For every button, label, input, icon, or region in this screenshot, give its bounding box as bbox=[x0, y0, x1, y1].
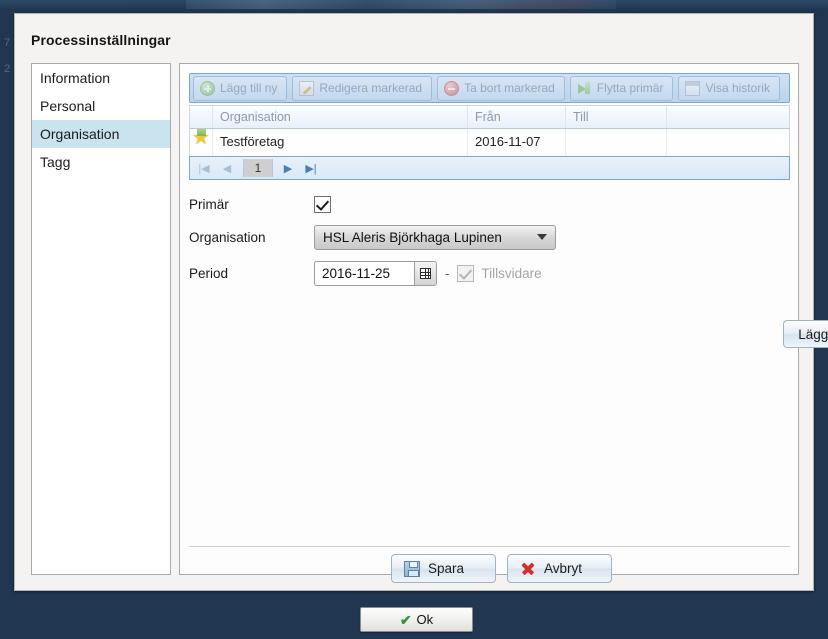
move-primary-button-label: Flytta primär bbox=[596, 81, 664, 95]
edit-selected-button-label: Redigera markerad bbox=[319, 81, 423, 95]
period-dash: - bbox=[445, 265, 450, 281]
sidebar-item-label: Tagg bbox=[40, 154, 71, 170]
ok-button-label: Ok bbox=[416, 612, 434, 627]
row-till bbox=[566, 129, 667, 156]
star-icon bbox=[192, 129, 212, 154]
chevron-down-icon bbox=[537, 234, 547, 240]
sidebar-item-information[interactable]: Information bbox=[32, 64, 170, 92]
tillsvidare-label: Tillsvidare bbox=[481, 265, 542, 281]
period-form-row: Period 2016-11-25 - Tillsvidare bbox=[189, 260, 542, 286]
sidebar-item-label: Personal bbox=[40, 98, 96, 114]
show-history-button-label: Visa historik bbox=[705, 81, 770, 95]
add-new-button-label: Lägg till ny bbox=[220, 81, 278, 95]
delete-circle-icon bbox=[444, 80, 460, 96]
floppy-disk-icon bbox=[404, 560, 420, 577]
primar-label: Primär bbox=[189, 196, 229, 212]
add-circle-icon bbox=[200, 80, 215, 96]
grid-header-organisation[interactable]: Organisation bbox=[213, 106, 468, 128]
grid-header-icon-col[interactable] bbox=[190, 106, 213, 128]
sidebar-item-personal[interactable]: Personal bbox=[32, 92, 170, 120]
sidebar-item-organisation[interactable]: Organisation bbox=[32, 120, 170, 148]
organisation-tab-panel: Lägg till ny Redigera markerad Ta bort m… bbox=[179, 63, 828, 583]
delete-selected-button[interactable]: Ta bort markerad bbox=[437, 75, 565, 101]
sidebar-item-label: Information bbox=[40, 70, 111, 86]
pager-next-button[interactable]: ▶ bbox=[278, 158, 299, 178]
pager-last-button[interactable]: ▶| bbox=[301, 158, 322, 178]
primar-checkbox[interactable] bbox=[314, 195, 331, 213]
grid-pager: |◀ ◀ 1 ▶ ▶| bbox=[189, 156, 790, 180]
ok-button[interactable]: ✔ Ok bbox=[360, 607, 473, 632]
calendar-icon bbox=[420, 267, 431, 279]
add-new-button[interactable]: Lägg till ny bbox=[193, 75, 288, 101]
grid-header-blank bbox=[667, 106, 789, 128]
background-app-ghost-content bbox=[186, 0, 616, 9]
background-left-ghost-text: 72 bbox=[3, 37, 11, 75]
grid-header-till[interactable]: Till bbox=[566, 106, 667, 128]
pager-first-button[interactable]: |◀ bbox=[194, 158, 215, 178]
sidebar-nav: Information Personal Organisation Tagg bbox=[31, 63, 171, 575]
primar-form-row: Primär bbox=[189, 191, 331, 217]
grid-header-row: Organisation Från Till bbox=[189, 105, 790, 129]
organisation-select[interactable]: HSL Aleris Björkhaga Lupinen bbox=[314, 224, 556, 250]
organisation-select-value: HSL Aleris Björkhaga Lupinen bbox=[323, 229, 502, 245]
period-label: Period bbox=[189, 265, 229, 281]
tillsvidare-checkbox[interactable] bbox=[457, 264, 475, 282]
save-button-label: Spara bbox=[428, 561, 465, 576]
panel-divider bbox=[189, 546, 790, 547]
x-mark-icon bbox=[520, 561, 536, 577]
move-arrow-icon bbox=[577, 81, 592, 96]
delete-selected-button-label: Ta bort markerad bbox=[464, 81, 555, 95]
add-button[interactable]: Lägg till bbox=[783, 320, 828, 348]
add-button-label: Lägg till bbox=[798, 326, 828, 342]
row-organisation: Testföretag bbox=[213, 129, 468, 156]
cancel-button-label: Avbryt bbox=[544, 561, 583, 576]
show-history-button[interactable]: Visa historik bbox=[678, 75, 780, 101]
process-settings-dialog: Processinställningar Information Persona… bbox=[14, 13, 828, 591]
background-app-strip bbox=[0, 0, 828, 10]
page-title: Processinställningar bbox=[31, 32, 171, 48]
grid-header-fran[interactable]: Från bbox=[468, 106, 566, 128]
pager-page-1[interactable]: 1 bbox=[243, 159, 273, 177]
save-button[interactable]: Spara bbox=[391, 554, 496, 583]
organisation-label: Organisation bbox=[189, 229, 266, 245]
edit-pencil-icon bbox=[299, 80, 315, 96]
period-from-input[interactable]: 2016-11-25 bbox=[314, 260, 414, 286]
history-window-icon bbox=[685, 80, 701, 96]
calendar-picker-button[interactable] bbox=[414, 260, 437, 286]
cancel-button[interactable]: Avbryt bbox=[507, 554, 612, 583]
edit-selected-button[interactable]: Redigera markerad bbox=[292, 75, 433, 101]
pager-prev-button[interactable]: ◀ bbox=[217, 158, 238, 178]
table-row[interactable]: Testföretag 2016-11-07 bbox=[189, 129, 790, 156]
check-icon: ✔ bbox=[399, 611, 412, 628]
sidebar-item-label: Organisation bbox=[40, 126, 120, 142]
organisation-form-row: Organisation HSL Aleris Björkhaga Lupine… bbox=[189, 224, 556, 250]
primary-star-cell bbox=[190, 129, 213, 156]
grid-toolbar: Lägg till ny Redigera markerad Ta bort m… bbox=[189, 73, 790, 103]
row-fran: 2016-11-07 bbox=[468, 129, 566, 156]
row-extra bbox=[667, 129, 789, 156]
sidebar-item-tagg[interactable]: Tagg bbox=[32, 148, 170, 176]
move-primary-button[interactable]: Flytta primär bbox=[569, 75, 674, 101]
